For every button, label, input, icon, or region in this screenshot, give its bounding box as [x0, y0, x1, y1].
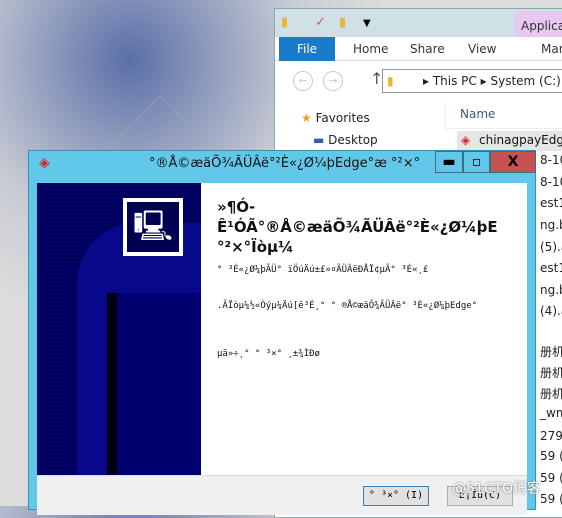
folder-icon: ▮ [387, 74, 394, 88]
sidebar-favorites[interactable]: ★ Favorites [301, 111, 370, 125]
dialog-content: 🖳 »¶Ó­Ê¹ÓÃ°®Å©æäÕ¾ÃÜÂë°²È«¿Ø¼þE °²×°Ïòµ¼… [37, 183, 527, 475]
wizard-text-line: .ÃÏòµ¼½«Òýµ¼Äú[ê³É¸° ° ®Å©æäÕ¾ÃÜÂë° ³È«¿… [217, 301, 478, 311]
maximize-button[interactable]: ▫ [463, 151, 490, 173]
breadcrumb-this-pc[interactable]: ▸ This PC [423, 74, 477, 88]
watermark: @51CTO博客 [452, 481, 542, 497]
window-title: °®Å©æäÕ¾ÃÜÂë°²È«¿Ø¼þEdge°æ °²×° [149, 156, 421, 171]
properties-icon[interactable]: ✓ [315, 15, 326, 30]
tab-share[interactable]: Share [410, 37, 445, 61]
star-icon: ★ [301, 111, 312, 125]
file-row[interactable]: 59 (4 [540, 449, 562, 463]
installer-dialog: ◈ °®Å©æäÕ¾ÃÜÂë°²È«¿Ø¼þEdge°æ °²×° ▬ ▫ X … [28, 150, 536, 515]
forward-icon[interactable]: → [323, 71, 343, 91]
tab-home[interactable]: Home [353, 37, 388, 61]
wizard-banner-image: 🖳 [37, 183, 201, 475]
title-bar[interactable]: ◈ °®Å©æäÕ¾ÃÜÂë°²È«¿Ø¼þEdge°æ °²×° ▬ ▫ X [29, 151, 536, 179]
close-button[interactable]: X [490, 151, 536, 173]
file-row[interactable]: (5).a [540, 240, 562, 254]
column-header-name[interactable]: Name [445, 103, 562, 129]
back-icon[interactable]: ← [293, 71, 313, 91]
minimize-button[interactable]: ▬ [435, 151, 463, 173]
tab-manage[interactable]: Man [541, 37, 562, 61]
file-row[interactable]: (4).a [540, 304, 562, 318]
file-row[interactable]: est1 [540, 196, 562, 210]
file-row[interactable]: 2793 [540, 429, 562, 443]
tab-view[interactable]: View [468, 37, 496, 61]
wizard-text-line: µã»÷¸° ° ³×° ¸±¾ÌÐø [217, 349, 320, 359]
wizard-text-line: ° ³È«¿Ø¼þÃÜ° ïÖúÄú±£»¤ÃÜÂëÐÅÏ¢µÃ° ³È«¸£ [217, 265, 429, 275]
customize-dropdown-icon[interactable]: ▼ [363, 18, 371, 29]
file-row[interactable]: est1 [540, 261, 562, 275]
file-row[interactable]: ng.b [540, 218, 562, 232]
file-row[interactable]: 8-10 [540, 153, 562, 167]
file-row[interactable]: 册机 [540, 385, 562, 402]
quick-access-toolbar: ▮ ✓ ▮ ▼ Applicati [275, 9, 562, 41]
file-row[interactable]: ng.b [540, 283, 562, 297]
desktop-icon: ▬ [313, 133, 325, 147]
file-row[interactable]: 8-10 [540, 175, 562, 189]
new-folder-icon[interactable]: ▮ [339, 15, 346, 30]
app-icon: ◈ [461, 133, 471, 147]
file-row[interactable]: 59 (3 [540, 471, 562, 485]
breadcrumb-system-c[interactable]: ▸ System (C:) [481, 74, 561, 88]
folder-icon[interactable]: ▮ [281, 15, 288, 30]
address-bar[interactable]: ▮ ▸ This PC ▸ System (C:) [382, 69, 562, 93]
file-row[interactable]: _wm [540, 406, 562, 420]
tab-file[interactable]: File [279, 37, 335, 61]
file-row[interactable]: 59 (2 [540, 492, 562, 506]
sidebar-desktop[interactable]: ▬ Desktop [313, 133, 378, 147]
app-icon: ◈ [39, 155, 50, 171]
file-row[interactable]: 册机 [540, 343, 562, 360]
file-row[interactable]: ◈chinagpayEdge [457, 131, 562, 151]
navigation-bar: ← → ↑ ▮ ▸ This PC ▸ System (C:) [275, 61, 562, 99]
ribbon-tabs: File Home Share View Man [275, 37, 562, 61]
wizard-heading: »¶Ó­Ê¹ÓÃ°®Å©æäÕ¾ÃÜÂë°²È«¿Ø¼þE °²×°Ïòµ¼ [217, 198, 498, 256]
computer-setup-icon: 🖳 [123, 198, 183, 256]
file-row[interactable]: 册机 [540, 364, 562, 381]
install-button[interactable]: ° ³×° (I) [363, 486, 429, 506]
